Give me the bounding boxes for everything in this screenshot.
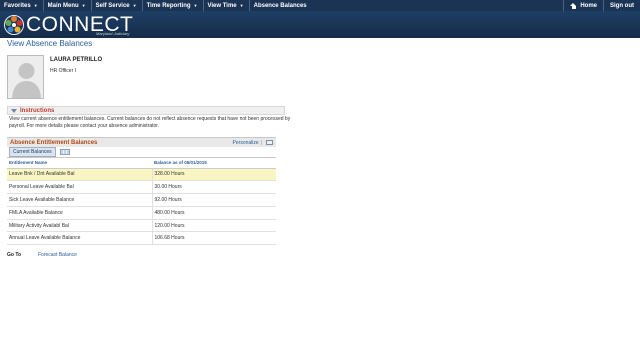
grid-title: Absence Entitlement Balances xyxy=(10,139,98,146)
employee-job-title: HR Officer I xyxy=(50,68,77,74)
absence-balances-grid: Absence Entitlement Balances Personalize… xyxy=(7,137,276,246)
nav-absence-balances[interactable]: Absence Balances xyxy=(250,0,312,11)
home-link[interactable]: Home xyxy=(563,0,603,11)
chevron-down-icon: ▼ xyxy=(33,3,38,8)
entitlement-name-cell: FMLA Available Balance xyxy=(7,206,153,220)
logo-flower-icon xyxy=(4,15,24,35)
balances-table: Entitlement Name Balance as of 05/01/201… xyxy=(7,158,276,246)
nav-favorites[interactable]: Favorites ▼ xyxy=(0,0,44,11)
table-row[interactable]: Military Activity Availabl Bal 120.00 Ho… xyxy=(7,219,276,233)
nav-favorites-label: Favorites xyxy=(4,2,31,9)
nav-main-menu-label: Main Menu xyxy=(47,2,79,9)
nav-view-time-label: View Time xyxy=(207,2,237,9)
instructions-text: View current absence entitlement balance… xyxy=(9,116,291,129)
entitlement-name-cell: Military Activity Availabl Bal xyxy=(7,219,153,233)
table-row[interactable]: FMLA Available Balance 480.00 Hours xyxy=(7,206,276,220)
entitlement-name-cell: Annual Leave Available Balance xyxy=(7,231,153,246)
table-row[interactable]: Leave Bnk / Dnt Available Bal 328.00 Hou… xyxy=(7,168,276,182)
balance-cell: 480.00 Hours xyxy=(152,206,276,220)
show-all-columns-icon[interactable] xyxy=(59,149,70,155)
balance-cell: 328.00 Hours xyxy=(152,168,276,182)
table-header-row: Entitlement Name Balance as of 05/01/201… xyxy=(7,158,276,169)
personalize-link[interactable]: Personalize | xyxy=(233,140,273,146)
collapse-triangle-icon xyxy=(11,108,17,113)
grid-options-icon[interactable] xyxy=(266,140,273,145)
balance-cell: 120.00 Hours xyxy=(152,219,276,233)
page-title: View Absence Balances xyxy=(7,39,93,48)
instructions-toggle[interactable]: Instructions xyxy=(7,106,285,115)
home-icon xyxy=(570,2,577,9)
balance-cell: 106.68 Hours xyxy=(152,231,276,246)
instructions-label: Instructions xyxy=(20,107,55,114)
chevron-down-icon: ▼ xyxy=(193,3,198,8)
grid-header: Absence Entitlement Balances Personalize… xyxy=(7,137,276,147)
table-row[interactable]: Sick Leave Available Balance 92.00 Hours xyxy=(7,193,276,207)
tab-current-balances[interactable]: Current Balances xyxy=(9,147,56,157)
top-navigation-bar: Favorites ▼ Main Menu ▼ Self Service ▼ Time… xyxy=(0,0,640,11)
entitlement-name-cell: Personal Leave Available Bal xyxy=(7,180,153,195)
person-silhouette-icon xyxy=(8,56,43,98)
grid-tabs: Current Balances xyxy=(7,147,276,158)
nav-view-time[interactable]: View Time ▼ xyxy=(204,0,250,11)
column-header-entitlement: Entitlement Name xyxy=(7,158,152,169)
sign-out-label: Sign out xyxy=(610,2,634,9)
balance-cell: 30.00 Hours xyxy=(152,180,276,195)
chevron-down-icon: ▼ xyxy=(132,3,137,8)
chevron-down-icon: ▼ xyxy=(81,3,86,8)
nav-absence-balances-label: Absence Balances xyxy=(253,2,307,9)
table-row[interactable]: Annual Leave Available Balance 106.68 Ho… xyxy=(7,231,276,246)
nav-main-menu[interactable]: Main Menu ▼ xyxy=(44,0,92,11)
sign-out-link[interactable]: Sign out xyxy=(603,0,640,11)
go-to-label: Go To xyxy=(7,252,22,258)
logo-subtitle: Maryland Judiciary xyxy=(96,31,130,36)
nav-right-group: Home Sign out xyxy=(563,0,640,11)
header-banner: CONNECT Maryland Judiciary xyxy=(0,11,640,38)
table-row[interactable]: Personal Leave Available Bal 30.00 Hours xyxy=(7,180,276,195)
chevron-down-icon: ▼ xyxy=(239,3,244,8)
entitlement-name-cell: Leave Bnk / Dnt Available Bal xyxy=(7,168,153,182)
column-header-balance: Balance as of 05/01/2015 xyxy=(152,158,276,169)
employee-name: LAURA PETRILLO xyxy=(50,57,103,63)
home-label: Home xyxy=(580,2,597,9)
personalize-label: Personalize xyxy=(232,139,259,146)
balance-cell: 92.00 Hours xyxy=(152,193,276,207)
employee-photo-placeholder xyxy=(7,55,44,99)
entitlement-name-cell: Sick Leave Available Balance xyxy=(7,193,153,207)
nav-self-service[interactable]: Self Service ▼ xyxy=(92,0,143,11)
nav-time-reporting-label: Time Reporting xyxy=(146,2,191,9)
nav-self-service-label: Self Service xyxy=(95,2,130,9)
nav-time-reporting[interactable]: Time Reporting ▼ xyxy=(143,0,204,11)
forecast-balance-link[interactable]: Forecast Balance xyxy=(38,252,77,258)
